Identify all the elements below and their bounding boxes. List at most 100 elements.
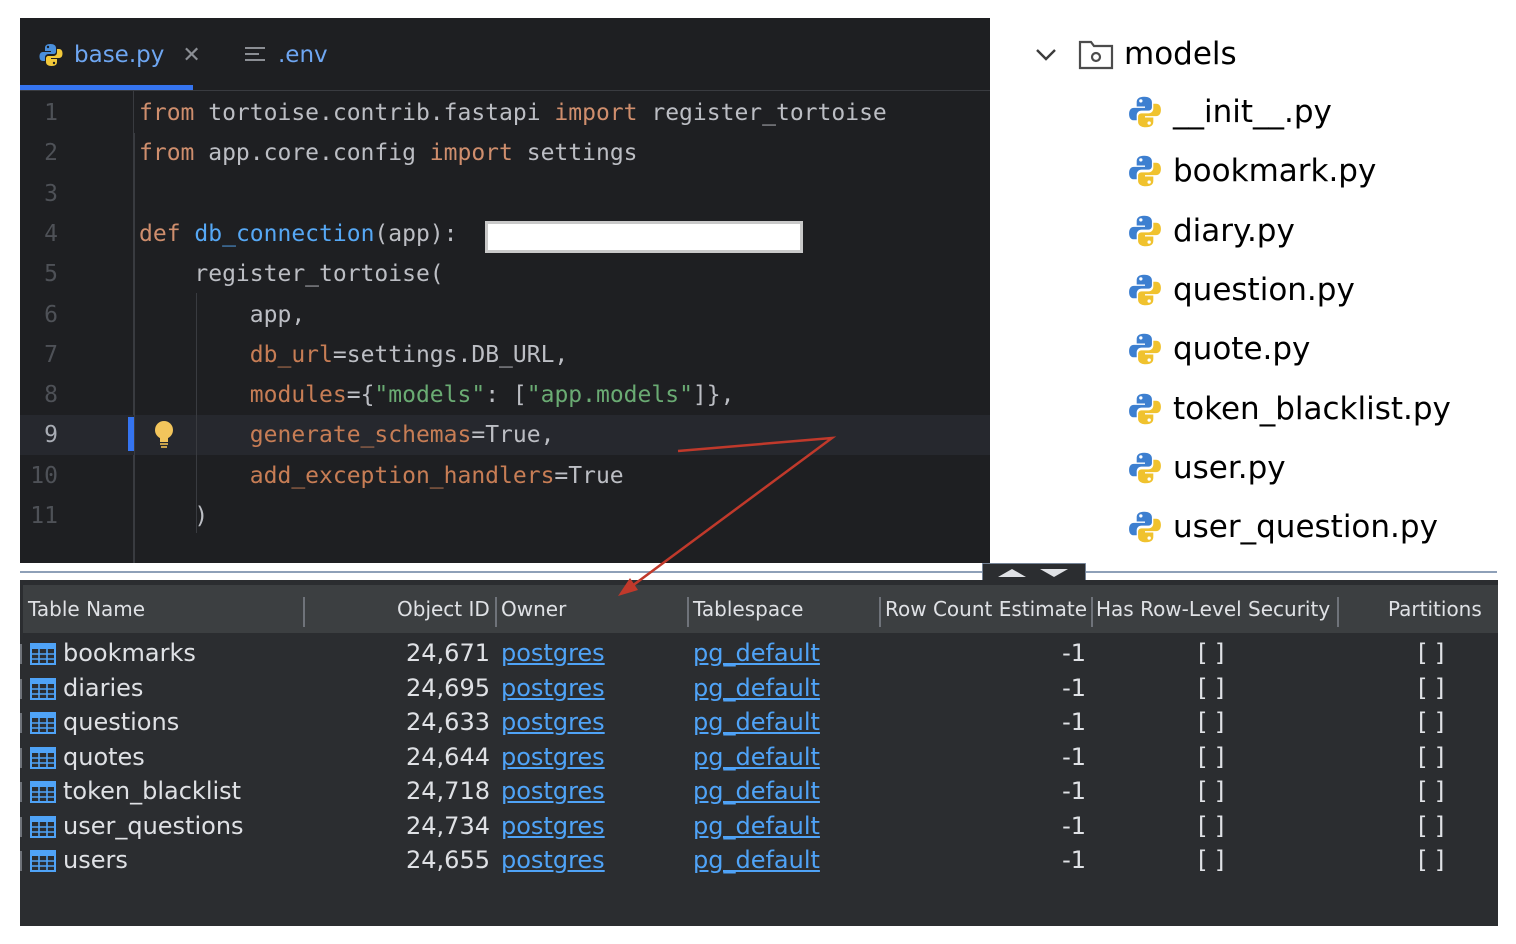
cell-row-count[interactable]: -1	[980, 774, 1086, 808]
cell-row-count[interactable]: -1	[980, 809, 1086, 843]
cell-object-id[interactable]: 24,718	[360, 774, 490, 808]
cell-tablespace-link[interactable]: pg_default	[693, 774, 820, 808]
tree-folder-models[interactable]: models	[1034, 32, 1237, 76]
column-separator[interactable]	[1337, 597, 1339, 627]
table-row[interactable]: token_blacklist 24,718 postgres pg_default -…	[20, 774, 1498, 808]
cell-table-name[interactable]: users	[63, 843, 128, 877]
code-editor[interactable]: base.py ✕ .env 1 from tortoise.contrib.fa…	[20, 18, 990, 563]
table-row[interactable]: diaries 24,695 postgres pg_default -1 [ ] [ ]	[20, 671, 1498, 705]
column-header-row-count[interactable]: Row Count Estimate	[885, 585, 1087, 633]
column-header-partitions[interactable]: Partitions	[1388, 585, 1482, 633]
tree-file-item[interactable]: __init__.py	[1127, 90, 1332, 134]
cell-object-id[interactable]: 24,671	[360, 636, 490, 670]
cell-table-name[interactable]: user_questions	[63, 809, 244, 843]
cell-rls-checkbox[interactable]: [ ]	[1198, 774, 1224, 808]
lightbulb-icon[interactable]	[153, 420, 175, 450]
table-row[interactable]: bookmarks 24,671 postgres pg_default -1 [ ] [ …	[20, 636, 1498, 670]
line-number[interactable]: 8	[20, 375, 58, 415]
cell-object-id[interactable]: 24,695	[360, 671, 490, 705]
column-separator[interactable]	[1091, 597, 1093, 627]
line-number[interactable]: 11	[20, 496, 58, 536]
line-number[interactable]: 9	[20, 415, 58, 455]
cell-table-name[interactable]: questions	[63, 705, 179, 739]
cell-rls-checkbox[interactable]: [ ]	[1198, 705, 1224, 739]
column-header-tablespace[interactable]: Tablespace	[693, 585, 803, 633]
cell-row-count[interactable]: -1	[980, 705, 1086, 739]
tree-file-item[interactable]: user_question.py	[1127, 505, 1438, 549]
code-text[interactable]: modules={"models": ["app.models"]},	[139, 375, 735, 415]
tree-file-item[interactable]: bookmark.py	[1127, 149, 1376, 193]
cell-owner-link[interactable]: postgres	[501, 843, 605, 877]
cell-object-id[interactable]: 24,633	[360, 705, 490, 739]
cell-tablespace-link[interactable]: pg_default	[693, 809, 820, 843]
cell-tablespace-link[interactable]: pg_default	[693, 740, 820, 774]
column-separator[interactable]	[879, 597, 881, 627]
code-line[interactable]: 3	[20, 174, 990, 214]
column-header-object-id[interactable]: Object ID	[397, 585, 490, 633]
panel-splitter[interactable]	[20, 571, 1497, 573]
cell-table-name[interactable]: diaries	[63, 671, 143, 705]
code-line[interactable]: 11 )	[20, 496, 990, 536]
cell-owner-link[interactable]: postgres	[501, 774, 605, 808]
cell-tablespace-link[interactable]: pg_default	[693, 843, 820, 877]
tree-file-item[interactable]: token_blacklist.py	[1127, 387, 1451, 431]
cell-tablespace-link[interactable]: pg_default	[693, 671, 820, 705]
code-text[interactable]: def db_connection(app):	[139, 214, 458, 254]
cell-owner-link[interactable]: postgres	[501, 636, 605, 670]
cell-rls-checkbox[interactable]: [ ]	[1198, 809, 1224, 843]
code-text[interactable]: from tortoise.contrib.fastapi import reg…	[139, 93, 887, 133]
cell-partitions-checkbox[interactable]: [ ]	[1418, 740, 1444, 774]
splitter-handle[interactable]	[982, 563, 1086, 581]
code-text[interactable]: generate_schemas=True,	[139, 415, 555, 455]
table-row[interactable]: user_questions 24,734 postgres pg_default -1…	[20, 809, 1498, 843]
cell-object-id[interactable]: 24,734	[360, 809, 490, 843]
table-row[interactable]: users 24,655 postgres pg_default -1 [ ] [ ]	[20, 843, 1498, 877]
cell-owner-link[interactable]: postgres	[501, 705, 605, 739]
line-number[interactable]: 7	[20, 335, 58, 375]
cell-table-name[interactable]: token_blacklist	[63, 774, 241, 808]
cell-row-count[interactable]: -1	[980, 636, 1086, 670]
cell-rls-checkbox[interactable]: [ ]	[1198, 671, 1224, 705]
cell-owner-link[interactable]: postgres	[501, 740, 605, 774]
column-separator[interactable]	[495, 597, 497, 627]
column-header-row-level-security[interactable]: Has Row-Level Security	[1096, 585, 1330, 633]
cell-object-id[interactable]: 24,644	[360, 740, 490, 774]
cell-tablespace-link[interactable]: pg_default	[693, 636, 820, 670]
code-text[interactable]: app,	[139, 295, 305, 335]
cell-table-name[interactable]: quotes	[63, 740, 145, 774]
tree-file-item[interactable]: question.py	[1127, 268, 1355, 312]
tab-env[interactable]: .env	[244, 40, 328, 70]
code-line[interactable]: 6 app,	[20, 295, 990, 335]
cell-partitions-checkbox[interactable]: [ ]	[1418, 843, 1444, 877]
cell-owner-link[interactable]: postgres	[501, 809, 605, 843]
cell-partitions-checkbox[interactable]: [ ]	[1418, 705, 1444, 739]
cell-row-count[interactable]: -1	[980, 740, 1086, 774]
column-separator[interactable]	[303, 597, 305, 627]
cell-row-count[interactable]: -1	[980, 843, 1086, 877]
cell-tablespace-link[interactable]: pg_default	[693, 705, 820, 739]
cell-owner-link[interactable]: postgres	[501, 671, 605, 705]
cell-partitions-checkbox[interactable]: [ ]	[1418, 774, 1444, 808]
line-number[interactable]: 1	[20, 93, 58, 133]
column-separator[interactable]	[687, 597, 689, 627]
line-number[interactable]: 2	[20, 133, 58, 173]
code-text[interactable]: from app.core.config import settings	[139, 133, 638, 173]
line-number[interactable]: 10	[20, 456, 58, 496]
column-header-owner[interactable]: Owner	[501, 585, 566, 633]
code-line[interactable]: 8 modules={"models": ["app.models"]},	[20, 375, 990, 415]
code-text[interactable]: add_exception_handlers=True	[139, 456, 624, 496]
cell-rls-checkbox[interactable]: [ ]	[1198, 843, 1224, 877]
code-text[interactable]: )	[139, 496, 208, 536]
tree-file-item[interactable]: diary.py	[1127, 209, 1295, 253]
tree-file-item[interactable]: quote.py	[1127, 327, 1310, 371]
column-header-table-name[interactable]: Table Name	[28, 585, 145, 633]
cell-partitions-checkbox[interactable]: [ ]	[1418, 636, 1444, 670]
code-line[interactable]: 10 add_exception_handlers=True	[20, 456, 990, 496]
line-number[interactable]: 3	[20, 174, 58, 214]
cell-object-id[interactable]: 24,655	[360, 843, 490, 877]
cell-table-name[interactable]: bookmarks	[63, 636, 196, 670]
cell-partitions-checkbox[interactable]: [ ]	[1418, 671, 1444, 705]
table-row[interactable]: quotes 24,644 postgres pg_default -1 [ ] [ ]	[20, 740, 1498, 774]
cell-rls-checkbox[interactable]: [ ]	[1198, 636, 1224, 670]
cell-rls-checkbox[interactable]: [ ]	[1198, 740, 1224, 774]
